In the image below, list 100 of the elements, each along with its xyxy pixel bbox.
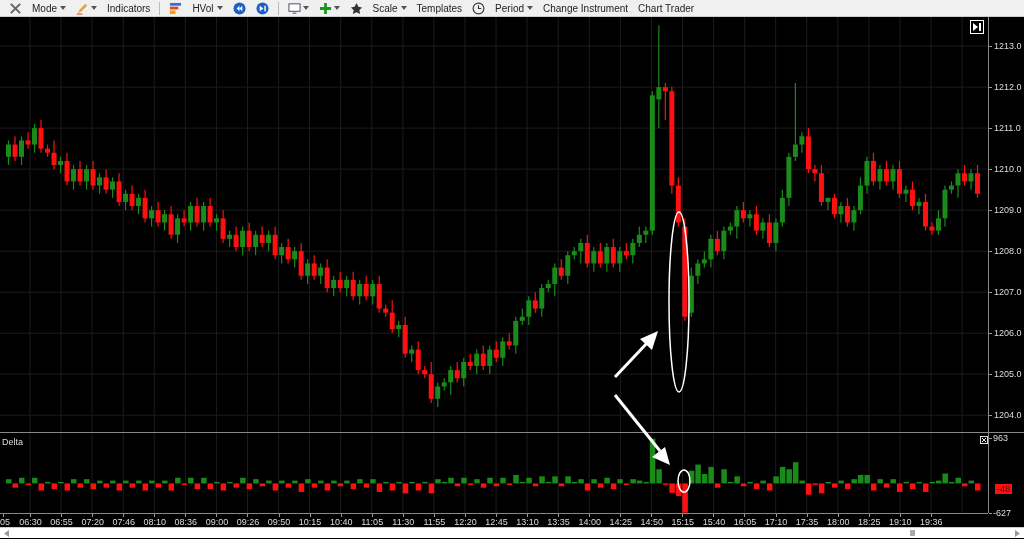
candlestick: [201, 201, 207, 232]
time-axis-label: 15:40: [702, 517, 726, 527]
toolbar-button[interactable]: Change Instrument: [540, 0, 632, 16]
bar: [604, 477, 610, 484]
candlestick: [350, 271, 356, 301]
bar: [311, 483, 318, 488]
skip-to-end-button[interactable]: [970, 20, 984, 34]
plus-icon: [318, 1, 332, 15]
annotation-arrow: [613, 331, 658, 379]
bar: [961, 483, 968, 487]
bar: [428, 483, 435, 494]
candlestick: [253, 230, 259, 256]
bar: [103, 483, 110, 488]
bar: [480, 483, 487, 488]
time-axis-label: 15:15: [671, 517, 695, 527]
bar: [610, 483, 617, 490]
bar: [584, 483, 591, 491]
bar: [84, 479, 90, 484]
scrollbar-thumb[interactable]: [910, 530, 915, 536]
candlestick: [838, 201, 844, 224]
candlestick: [64, 152, 70, 187]
bar: [194, 483, 201, 490]
candlestick: [77, 160, 83, 187]
clock-icon: [472, 1, 486, 15]
bar: [376, 483, 383, 492]
candlestick: [454, 361, 460, 383]
candlestick: [12, 135, 18, 162]
scroll-right-icon: [1015, 529, 1020, 537]
time-axis-label: 16:05: [733, 517, 757, 527]
toolbar-button[interactable]: Period: [492, 0, 536, 16]
time-axis-label: 06:55: [50, 517, 73, 527]
candlestick: [695, 258, 701, 285]
candlestick: [32, 123, 38, 154]
candlestick: [773, 217, 779, 252]
candlestick: [578, 238, 584, 265]
candlestick: [136, 193, 142, 215]
candlestick: [851, 205, 857, 232]
candlestick: [565, 250, 571, 285]
bar: [350, 483, 357, 490]
time-axis-label: 09:00: [205, 517, 229, 527]
time-axis-label: 12:20: [454, 517, 477, 527]
bar: [558, 483, 565, 487]
candlestick: [149, 205, 155, 228]
toolbar-button[interactable]: Chart Trader: [635, 0, 698, 16]
candlestick: [246, 221, 252, 252]
candlestick: [604, 242, 610, 273]
candlestick: [168, 205, 174, 240]
candlestick: [636, 225, 642, 248]
time-axis-label: 14:00: [578, 517, 601, 527]
candlestick: [909, 180, 915, 211]
toolbar-button[interactable]: Indicators: [104, 0, 154, 16]
bar: [389, 483, 396, 491]
bar: [19, 477, 25, 484]
toolbar-button[interactable]: Mode: [29, 0, 69, 16]
toolbar-button[interactable]: HVol: [189, 0, 226, 16]
horizontal-scrollbar[interactable]: [0, 527, 1024, 538]
candlestick: [188, 201, 194, 232]
time-axis-label: 12:45: [485, 517, 508, 527]
price-axis-label: 1212.0: [994, 81, 1022, 95]
bar: [896, 483, 903, 492]
time-axis-label: 05: [0, 517, 10, 527]
bar: [487, 477, 493, 484]
scroll-left-icon: [4, 529, 9, 537]
candlestick: [19, 135, 25, 166]
bar: [259, 483, 266, 487]
bar: [766, 483, 773, 491]
candlestick: [175, 213, 181, 244]
bar: [175, 477, 181, 484]
toolbar-button[interactable]: Templates: [413, 0, 466, 16]
bar: [77, 483, 84, 488]
price-axis-label: 1206.0: [994, 327, 1022, 341]
candlestick: [747, 209, 753, 228]
candlestick: [753, 205, 759, 236]
bar: [90, 483, 97, 490]
bar: [883, 483, 890, 488]
bar: [909, 483, 916, 490]
candlestick: [123, 189, 129, 211]
candlestick: [181, 209, 187, 228]
time-axis-label: 08:10: [143, 517, 167, 527]
candlestick: [532, 291, 538, 314]
candlestick: [597, 242, 603, 269]
candlestick: [552, 262, 558, 297]
candlestick: [435, 381, 441, 408]
candlestick: [916, 197, 922, 215]
bar: [220, 483, 227, 491]
current-value-tag: -48: [995, 484, 1012, 494]
candlestick: [487, 344, 493, 375]
toolbar-button[interactable]: Scale: [369, 0, 410, 16]
delta-axis-label: -627: [993, 508, 1011, 518]
candlestick: [259, 225, 265, 248]
price-axis-label: 1205.0: [994, 368, 1022, 382]
candlestick: [792, 82, 798, 162]
bar: [51, 483, 58, 490]
time-axis-label: 08:36: [174, 517, 198, 527]
candlestick: [760, 217, 766, 240]
candlestick: [272, 225, 278, 260]
candlestick: [25, 131, 31, 150]
candlestick: [955, 168, 961, 199]
candlestick: [51, 139, 57, 170]
bar: [38, 483, 45, 491]
